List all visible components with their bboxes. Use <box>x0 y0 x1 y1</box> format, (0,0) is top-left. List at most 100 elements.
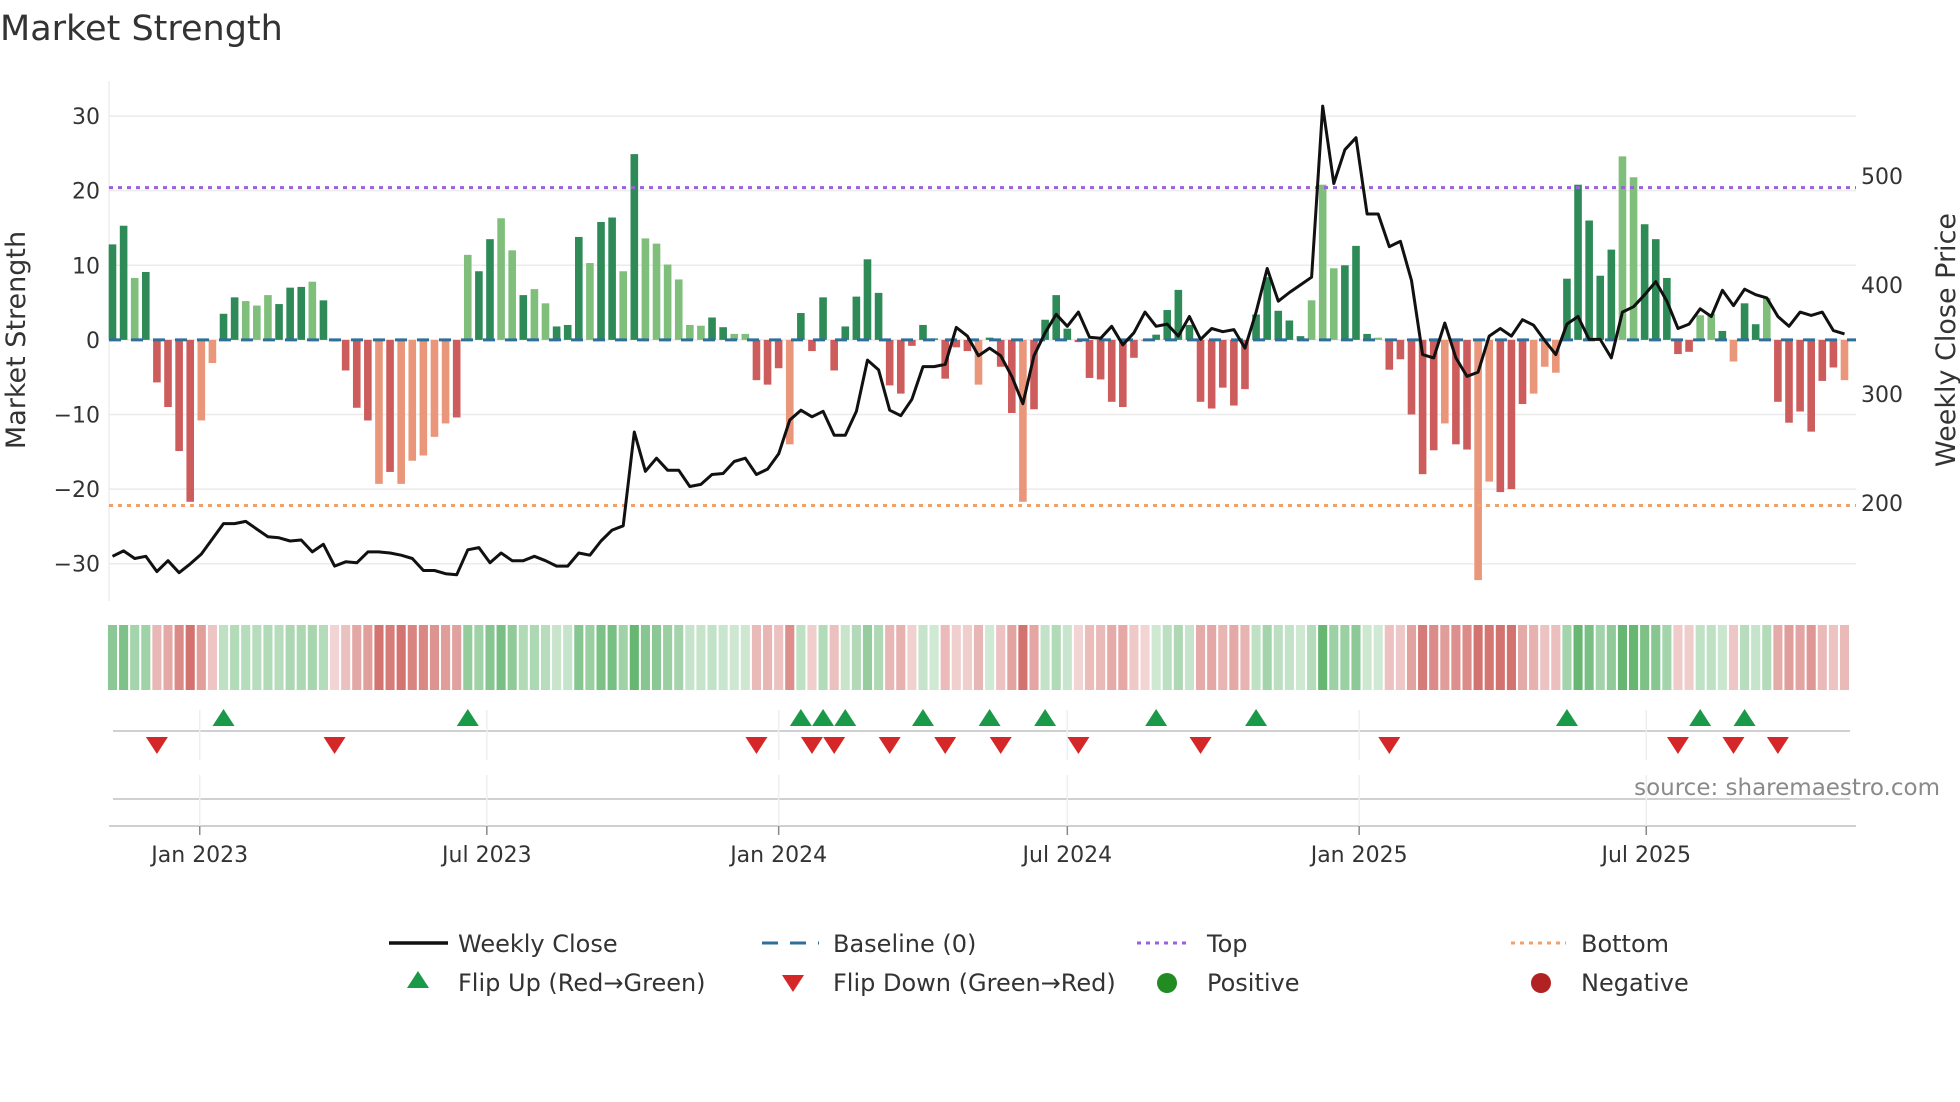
strength-bar <box>1596 275 1605 340</box>
y-tick-label: 20 <box>72 180 100 205</box>
heatmap-cell <box>585 625 595 690</box>
heatmap-cell <box>1728 625 1739 690</box>
flip-up-marker <box>1689 709 1712 726</box>
heatmap-cell <box>518 625 528 690</box>
heatmap-cell <box>1629 625 1639 690</box>
heatmap-cell <box>1018 625 1028 690</box>
heatmap-cell <box>540 625 551 690</box>
flip-up-marker <box>1034 709 1057 726</box>
heatmap-cell <box>729 625 739 690</box>
y-tick-label: −30 <box>54 553 100 578</box>
heatmap-cell <box>685 625 695 690</box>
strength-bar <box>530 289 539 340</box>
strength-bar <box>408 339 417 461</box>
heatmap-cell <box>1051 625 1061 690</box>
heatmap-cell <box>840 625 850 690</box>
heatmap-cell <box>1395 625 1405 690</box>
heatmap-cell <box>1295 625 1306 690</box>
chart-title: Market Strength <box>0 9 283 49</box>
strength-bar <box>1640 224 1649 340</box>
strength-bar <box>1374 337 1382 340</box>
strength-bar <box>508 250 516 340</box>
heatmap-cell <box>596 625 606 690</box>
strength-bar <box>1107 339 1116 402</box>
strength-bar <box>896 339 905 394</box>
flip-down-marker <box>1378 737 1401 754</box>
strength-bar <box>153 339 161 383</box>
heatmap-cell <box>1362 625 1372 690</box>
flip-down-marker <box>934 737 957 754</box>
x-grid-lines <box>198 710 1647 835</box>
strength-bar <box>1196 339 1205 402</box>
heatmap-cell <box>696 625 706 690</box>
heatmap-cell <box>785 625 795 690</box>
strength-bar <box>1696 315 1704 340</box>
heatmap-cell <box>407 625 417 690</box>
strength-bar <box>341 339 350 371</box>
heatmap-cell <box>951 625 961 690</box>
legend-flip-down: Flip Down (Green→Red) <box>833 969 1116 997</box>
strength-bar <box>719 327 727 340</box>
legend: Weekly Close Baseline (0) Top Bottom Fli… <box>389 930 1689 997</box>
heatmap-cell <box>1318 625 1328 690</box>
y-tick-label: −20 <box>54 478 100 503</box>
strength-bar <box>241 301 250 340</box>
strength-bar <box>375 339 383 484</box>
heatmap-cell <box>1695 625 1705 690</box>
y2-tick-label: 500 <box>1861 165 1903 190</box>
flip-down-marker <box>745 737 768 754</box>
heatmap-cell <box>1007 625 1017 690</box>
strength-bar <box>1352 245 1360 340</box>
strength-bar <box>1818 339 1827 381</box>
heatmap-cell <box>885 625 895 690</box>
strength-bar <box>108 244 117 340</box>
strength-bar <box>1463 339 1471 450</box>
heatmap-cell <box>1373 625 1383 690</box>
heatmap-cell <box>1284 625 1294 690</box>
heatmap-cell <box>363 625 373 690</box>
heatmap-cell <box>985 625 995 690</box>
heatmap-cell <box>1273 625 1283 690</box>
heatmap-cell <box>218 625 229 690</box>
heatmap-cell <box>330 625 340 690</box>
strength-bar <box>686 324 694 340</box>
strength-bar <box>297 286 306 340</box>
strength-bar <box>286 287 294 340</box>
strength-bar <box>885 339 894 386</box>
flip-up-marker <box>1733 709 1756 726</box>
strength-bar <box>1218 339 1227 388</box>
flip-down-marker <box>989 737 1012 754</box>
heatmap-cell <box>907 625 917 690</box>
strength-bar <box>1629 177 1638 340</box>
heatmap-cell <box>1462 625 1472 690</box>
heatmap-cell <box>1151 625 1161 690</box>
heatmap-cell <box>1329 625 1339 690</box>
right-axis-label: Weekly Close Price <box>1931 213 1960 467</box>
strength-bar <box>1774 339 1782 402</box>
strength-bar <box>253 305 261 340</box>
heatmap-cell <box>1684 625 1694 690</box>
strength-bar <box>852 296 861 340</box>
heatmap-cell <box>1251 625 1261 690</box>
heatmap-cell <box>1751 625 1761 690</box>
legend-top: Top <box>1206 930 1248 958</box>
heatmap-cell <box>307 625 317 690</box>
heatmap-cell <box>718 625 728 690</box>
strength-bar <box>1651 239 1660 340</box>
heatmap-cell <box>818 625 828 690</box>
heatmap-cell <box>1484 625 1494 690</box>
strength-bar <box>397 339 405 484</box>
strength-bar <box>1119 339 1127 408</box>
heatmap-cell <box>152 625 162 690</box>
heatmap-cell <box>896 625 906 690</box>
heatmap-cell <box>1440 625 1450 690</box>
strength-heatmap-strip <box>107 625 1850 690</box>
strength-bar <box>874 292 883 340</box>
strength-bar <box>919 324 927 340</box>
heatmap-cell <box>1173 625 1183 690</box>
heatmap-cell <box>1640 625 1650 690</box>
heatmap-cell <box>796 625 806 690</box>
heatmap-cell <box>352 625 362 690</box>
x-tick-label: Jul 2023 <box>440 843 532 868</box>
heatmap-cell <box>1617 625 1627 690</box>
